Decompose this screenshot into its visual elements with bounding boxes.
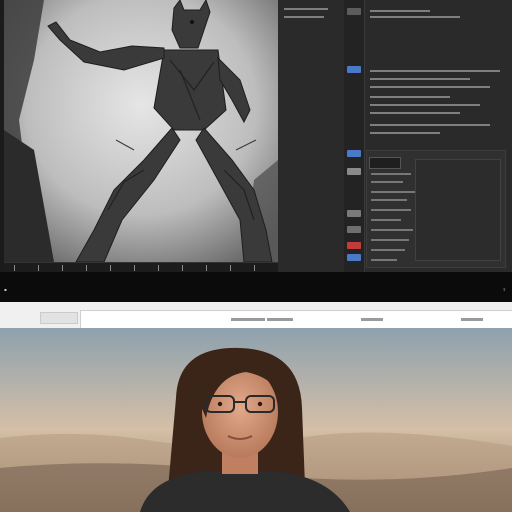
panel-header	[284, 4, 344, 20]
tool-button-2[interactable]	[347, 66, 361, 73]
share-icon[interactable]: ⇪	[503, 287, 506, 292]
square-icon[interactable]: ▪	[4, 287, 7, 292]
person-photo-image	[0, 328, 512, 512]
browser-tab[interactable]	[40, 312, 78, 324]
properties-panel	[278, 0, 512, 272]
webcam-view	[0, 328, 512, 512]
viewport-canvas[interactable]	[4, 0, 278, 262]
tool-button-1[interactable]	[347, 8, 361, 15]
tool-column	[344, 0, 365, 272]
status-bar: ▪ ⇪	[0, 272, 512, 302]
tool-button-8[interactable]	[347, 254, 361, 261]
address-bar[interactable]	[80, 310, 512, 330]
tool-button-4[interactable]	[347, 168, 361, 175]
tool-button-6[interactable]	[347, 226, 361, 233]
attribute-editor	[366, 150, 506, 268]
tool-button-3[interactable]	[347, 150, 361, 157]
sub-panel	[415, 159, 501, 261]
creature-render-image	[4, 0, 278, 262]
editor-window: ▪ ⇪	[0, 0, 512, 302]
selected-field[interactable]	[369, 157, 401, 169]
tool-button-5[interactable]	[347, 210, 361, 217]
tool-button-7[interactable]	[347, 242, 361, 249]
browser-toolbar	[0, 302, 512, 330]
